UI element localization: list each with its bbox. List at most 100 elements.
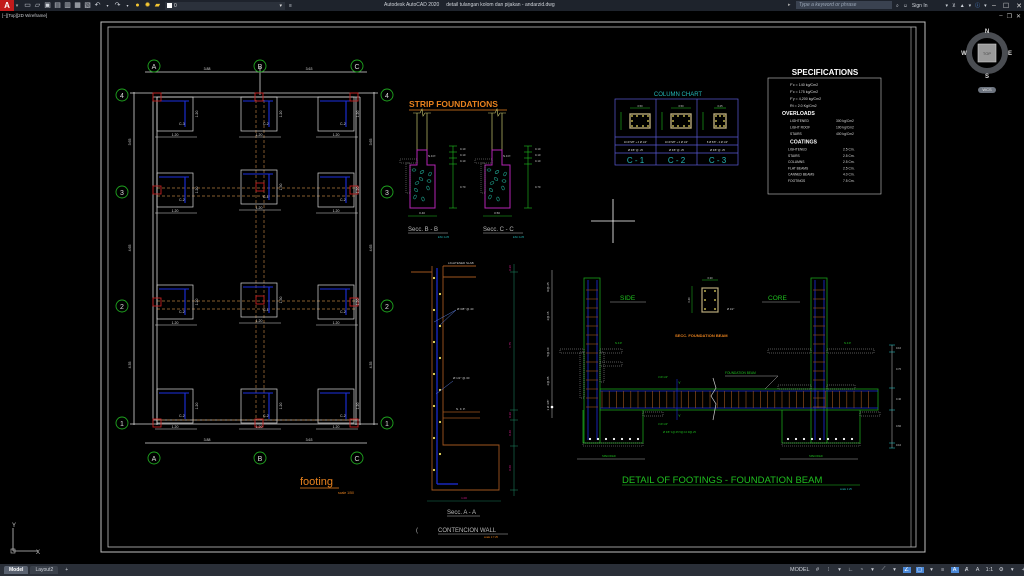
dim-text: 0.50 — [637, 104, 643, 108]
column-marker — [255, 295, 265, 305]
minimize-icon[interactable]: – — [992, 2, 996, 9]
sign-in-dropdown-icon[interactable]: ▾ — [946, 3, 949, 9]
autodesk-a360-icon[interactable]: ▲ — [960, 3, 965, 9]
dim-text: 2@.05 — [546, 376, 550, 385]
wcs-menu-button[interactable]: WCS — [978, 87, 996, 93]
compass-west[interactable]: W — [961, 51, 967, 57]
publish-icon[interactable]: ▦ — [74, 2, 81, 9]
lightbulb-icon[interactable]: ● — [134, 2, 141, 9]
undo-icon[interactable]: ↶ — [94, 2, 101, 9]
annotation-scale-icon[interactable]: A — [975, 567, 981, 573]
lock-icon[interactable]: ▰ — [154, 2, 161, 9]
footing-dim: 1.20 — [256, 206, 263, 210]
grid-label: C — [354, 64, 359, 71]
isodraft-dropdown-icon[interactable]: ▾ — [892, 567, 898, 573]
viewcube-svg[interactable]: TOP N S E W — [958, 22, 1016, 87]
undo-dropdown-icon[interactable]: ▾ — [104, 2, 111, 9]
compass-south[interactable]: S — [985, 74, 989, 80]
app-menu-caret-icon[interactable]: ▾ — [14, 0, 20, 11]
tab-layout2[interactable]: Layout2 — [30, 566, 59, 574]
binoculars-icon[interactable]: ⌕ — [896, 3, 899, 9]
spec-value: 7.5 Cm. — [843, 179, 855, 183]
footing-outline — [582, 410, 644, 444]
grid-icon[interactable]: # — [815, 567, 821, 573]
wall-title: CONTENCION WALL — [438, 528, 497, 534]
spec-material: F'c = 175 kg/Cm2 — [790, 90, 818, 94]
polar-dropdown-icon[interactable]: ▾ — [870, 567, 876, 573]
help-dropdown-icon[interactable]: ▾ — [984, 3, 987, 9]
isodraft-icon[interactable]: ⟋ — [881, 566, 887, 573]
redo-icon[interactable]: ↷ — [114, 2, 121, 9]
compass-east[interactable]: E — [1008, 51, 1012, 57]
compass-north[interactable]: N — [985, 29, 989, 35]
user-icon[interactable]: ☺ — [903, 3, 908, 9]
print-icon[interactable]: ▧ — [84, 2, 91, 9]
qat-customize-icon[interactable]: ≡ — [289, 3, 292, 9]
polar-icon[interactable]: ◔ — [859, 567, 865, 573]
viewport-restore-icon[interactable]: ❐ — [1007, 13, 1012, 20]
annotation-scale-value[interactable]: 1:1 — [986, 567, 994, 573]
plot-preview-icon[interactable]: ▥ — [64, 2, 71, 9]
workspace-icon[interactable]: ⚙ — [998, 567, 1004, 573]
search-expand-icon[interactable]: ▸ — [788, 2, 791, 8]
autoscale-icon[interactable]: Ⱥ — [964, 567, 970, 573]
rebar-dot — [596, 437, 600, 441]
cart-icon[interactable]: ⊻ — [952, 3, 956, 9]
sun-icon[interactable]: ✹ — [144, 2, 151, 9]
otrack-icon[interactable]: ∠ — [902, 566, 911, 573]
osnap-icon[interactable]: ▢ — [915, 566, 924, 573]
footing-pad — [156, 388, 194, 424]
snap-icon[interactable]: ⁝ — [826, 567, 832, 573]
aggregate-mark — [419, 170, 425, 174]
dim-text: 1.00 — [461, 496, 467, 500]
layer-dropdown[interactable]: 0 ▾ — [165, 1, 285, 10]
titlebar-right-tools: ⌕ ☺ Sign In ▾ ⊻ ▲ ▾ ⓘ ▾ — [896, 1, 987, 10]
viewport-minimize-icon[interactable]: – — [999, 13, 1002, 20]
footing-label: C-2 — [340, 198, 346, 202]
add-layout-button[interactable]: + — [60, 566, 73, 574]
annotation-icon[interactable]: A — [950, 566, 959, 573]
dim-text: 0.20 — [508, 412, 512, 418]
save-as-icon[interactable]: ▤ — [54, 2, 61, 9]
help-icon[interactable]: ⓘ — [975, 2, 980, 9]
spec-value: 2.5 Cm. — [843, 166, 855, 170]
footing-dim: 1.20 — [195, 187, 199, 194]
close-icon[interactable]: ✕ — [1016, 2, 1022, 10]
dim-text: 0.25 — [717, 104, 723, 108]
maximize-icon[interactable]: ☐ — [1003, 2, 1009, 10]
grid-label: B — [258, 64, 263, 71]
viewport-controls-label[interactable]: [−][Top][2D Wireframe] — [2, 13, 47, 18]
workspace-dropdown-icon[interactable]: ▾ — [1009, 567, 1015, 573]
rebar-label: Ø 1/2" — [727, 307, 734, 311]
nfp-label: N.F.P. — [615, 341, 622, 345]
osnap-dropdown-icon[interactable]: ▾ — [929, 567, 935, 573]
footing-pad — [240, 388, 278, 424]
a360-dropdown-icon[interactable]: ▾ — [969, 3, 972, 9]
viewport-close-icon[interactable]: ✕ — [1016, 13, 1021, 20]
dim-text: 3.63 — [306, 67, 313, 71]
search-input[interactable]: Type a keyword or phrase — [796, 1, 892, 9]
rebar-dot — [631, 120, 633, 122]
soil-hatch — [480, 162, 486, 194]
soil-hatch — [599, 348, 623, 354]
rebar-dot — [834, 437, 838, 441]
ortho-icon[interactable]: ∟ — [848, 567, 854, 573]
redo-dropdown-icon[interactable]: ▾ — [124, 2, 131, 9]
save-icon[interactable]: ▣ — [44, 2, 51, 9]
snap-dropdown-icon[interactable]: ▾ — [837, 567, 843, 573]
footing-dim: 1.20 — [195, 403, 199, 410]
sign-in-button[interactable]: Sign In — [912, 3, 928, 9]
drawing-svg[interactable]: C-3 1.20 1.20 C-2 1.20 1.20 C-2 1.20 1.20 C-2 1.20… — [0, 11, 1024, 564]
plus-icon[interactable]: + — [1020, 567, 1024, 573]
soil-hatch — [777, 384, 812, 390]
drawing-canvas[interactable]: C-3 1.20 1.20 C-2 1.20 1.20 C-2 1.20 1.20 C-2 1.20… — [0, 11, 1024, 564]
new-icon[interactable]: ▭ — [24, 2, 31, 9]
model-space-button[interactable]: MODEL — [790, 567, 810, 573]
lineweight-icon[interactable]: ≡ — [940, 567, 946, 573]
application-menu-button[interactable]: A — [0, 0, 14, 11]
nfp-label: N.F.P. — [844, 341, 851, 345]
tab-model[interactable]: Model — [4, 566, 29, 574]
rebar-dot — [620, 437, 624, 441]
open-icon[interactable]: ▱ — [34, 2, 41, 9]
rebar-dot — [723, 125, 725, 127]
